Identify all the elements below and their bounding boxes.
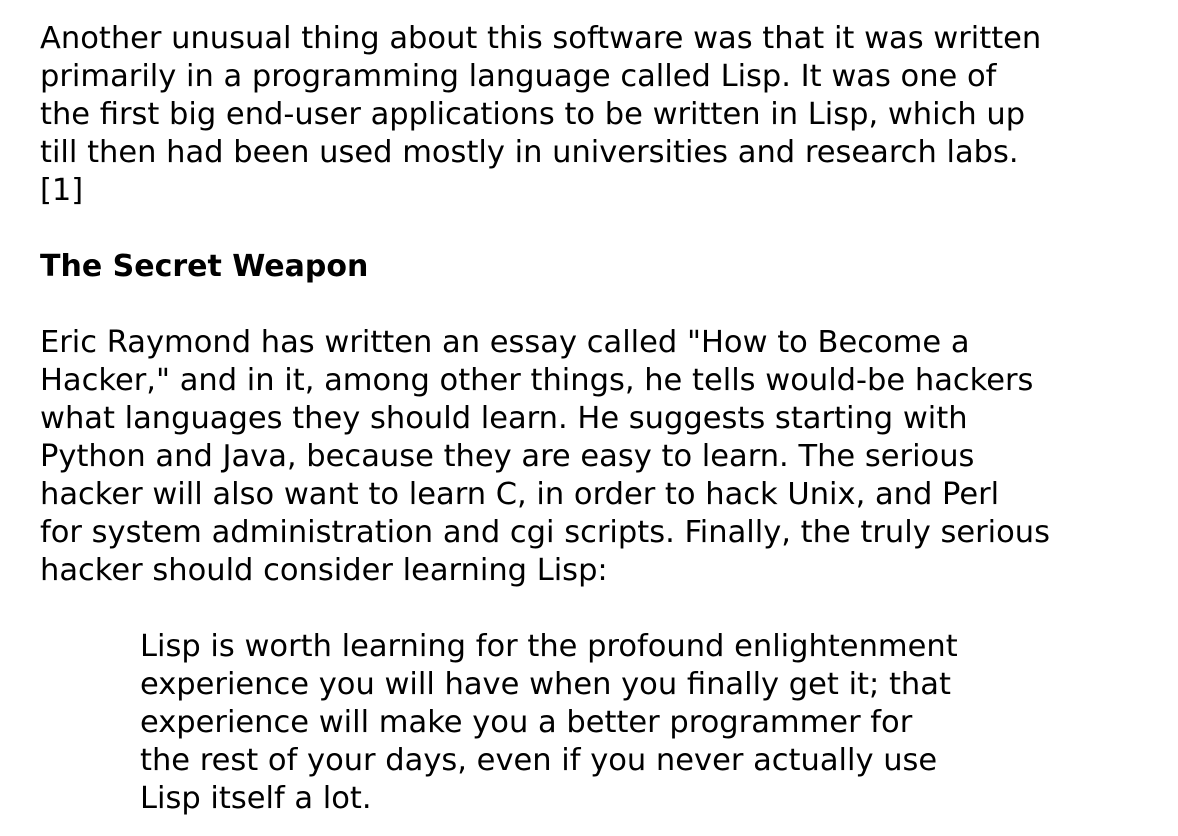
footnote-reference[interactable]: [1]: [40, 172, 1150, 210]
text-line: what languages they should learn. He sug…: [40, 401, 968, 436]
text-line: the first big end-user applications to b…: [40, 97, 1026, 132]
text-line: primarily in a programming language call…: [40, 59, 997, 94]
essay-page: Another unusual thing about this softwar…: [40, 20, 1150, 818]
text-line: Eric Raymond has written an essay called…: [40, 325, 970, 360]
paragraph-eric-raymond: Eric Raymond has written an essay called…: [40, 324, 1150, 590]
text-line: hacker will also want to learn C, in ord…: [40, 477, 1000, 512]
quote-line: Lisp is worth learning for the profound …: [140, 629, 958, 664]
text-line: Another unusual thing about this softwar…: [40, 21, 1042, 56]
quote-line: the rest of your days, even if you never…: [140, 743, 938, 778]
paragraph-lisp-software: Another unusual thing about this softwar…: [40, 20, 1150, 210]
quote-line: Lisp itself a lot.: [140, 781, 372, 816]
quote-line: experience you will have when you finall…: [140, 667, 951, 702]
section-heading: The Secret Weapon: [40, 249, 369, 284]
text-line: Python and Java, because they are easy t…: [40, 439, 975, 474]
lisp-quote: Lisp is worth learning for the profound …: [140, 628, 1150, 818]
quote-line: experience will make you a better progra…: [140, 705, 913, 740]
text-line: Hacker," and in it, among other things, …: [40, 363, 1034, 398]
text-line: hacker should consider learning Lisp:: [40, 553, 608, 588]
text-line: till then had been used mostly in univer…: [40, 135, 1019, 170]
text-line: for system administration and cgi script…: [40, 515, 1051, 550]
